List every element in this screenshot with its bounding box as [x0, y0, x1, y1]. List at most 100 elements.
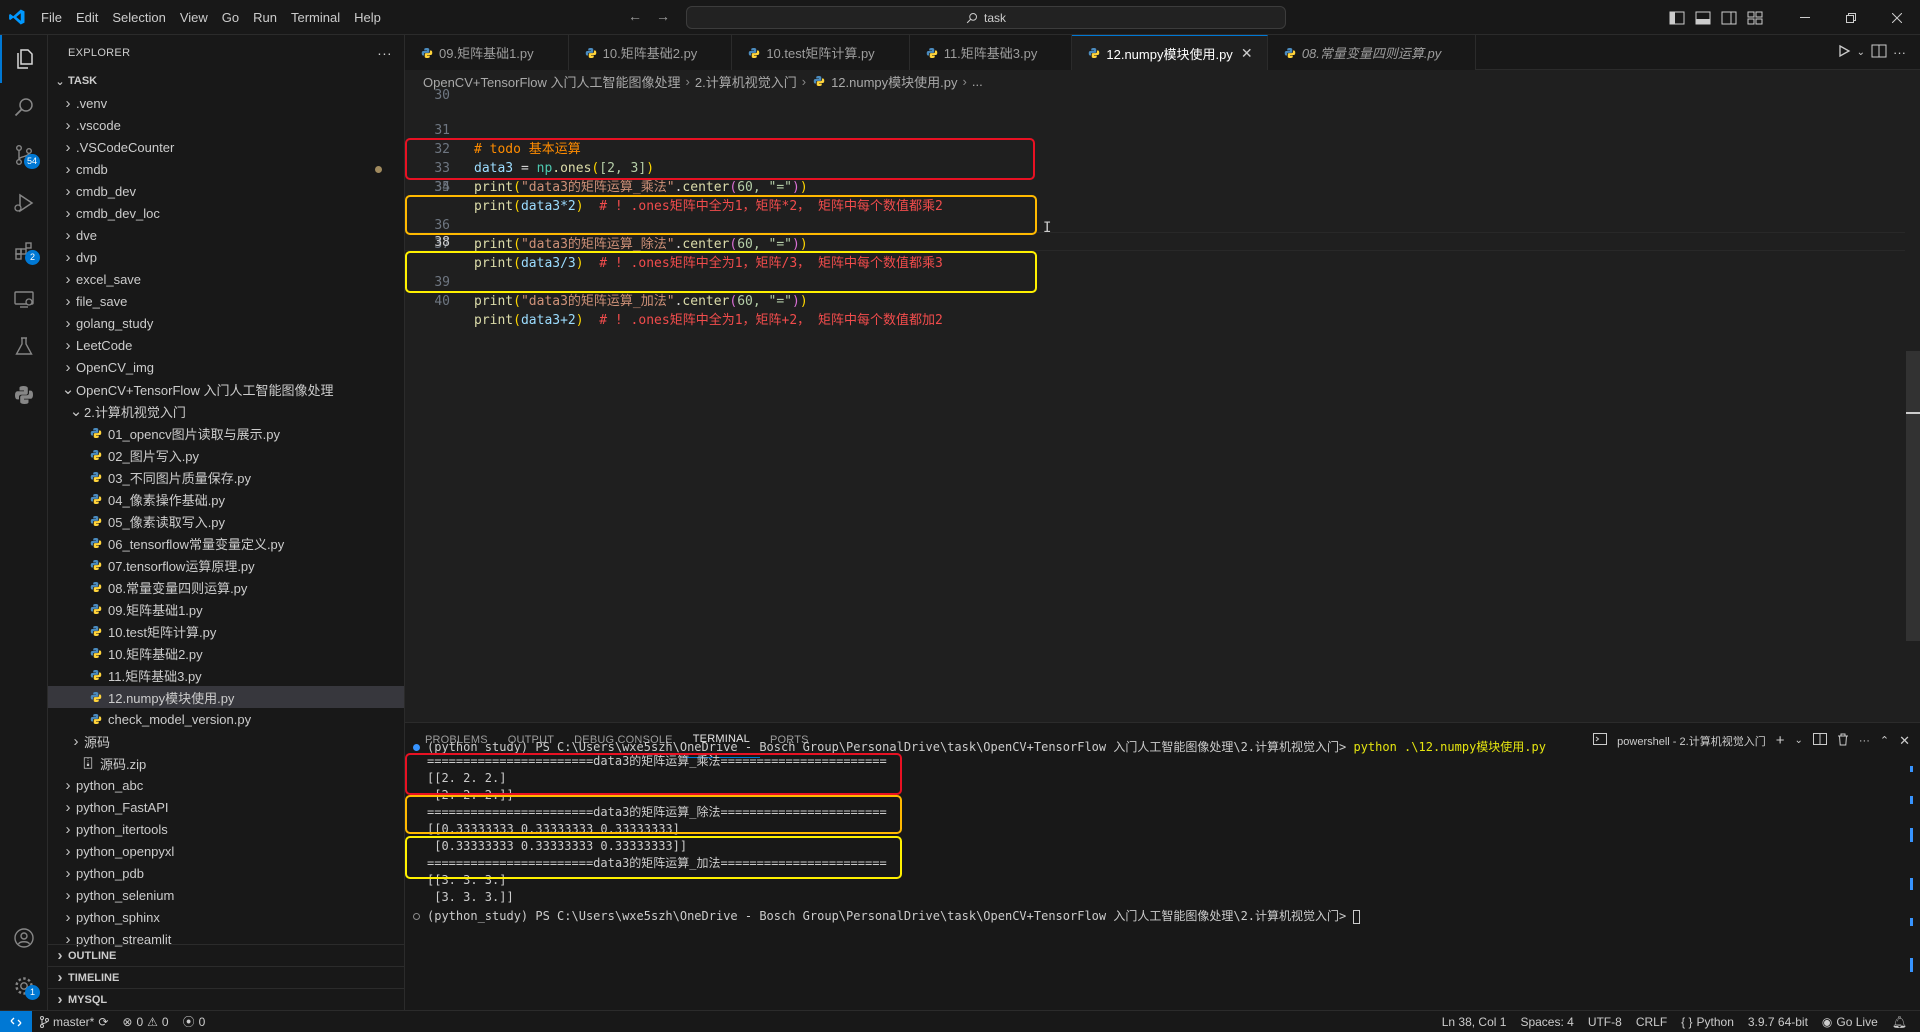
go-live-button[interactable]: ◉ Go Live: [1815, 1015, 1885, 1029]
editor-scrollbar[interactable]: [1906, 92, 1920, 722]
menu-edit[interactable]: Edit: [69, 0, 105, 35]
terminal-dropdown-chevron-icon[interactable]: ⌄: [1794, 735, 1802, 746]
tree-folder[interactable]: › file_save: [48, 290, 404, 312]
remote-explorer-icon[interactable]: [0, 275, 48, 323]
tree-file[interactable]: 11.矩阵基础3.py: [48, 664, 404, 686]
tree-folder[interactable]: › .venv: [48, 92, 404, 114]
testing-flask-icon[interactable]: [0, 323, 48, 371]
tree-file[interactable]: 01_opencv图片读取与展示.py: [48, 422, 404, 444]
tree-folder[interactable]: › python_pdb: [48, 862, 404, 884]
tree-file[interactable]: 09.矩阵基础1.py: [48, 598, 404, 620]
editor-tab[interactable]: 10.test矩阵计算.py: [732, 35, 910, 70]
tree-folder[interactable]: › python_selenium: [48, 884, 404, 906]
editor-tab[interactable]: 08.常量变量四则运算.py: [1267, 35, 1477, 70]
section-outline[interactable]: › OUTLINE: [48, 944, 404, 966]
tree-folder[interactable]: › python_sphinx: [48, 906, 404, 928]
tree-file[interactable]: 05_像素读取写入.py: [48, 510, 404, 532]
tree-file[interactable]: 04_像素操作基础.py: [48, 488, 404, 510]
python-icon[interactable]: [0, 371, 48, 419]
tree-folder[interactable]: › dve: [48, 224, 404, 246]
restore-window-icon[interactable]: [1828, 0, 1874, 35]
toggle-panel-icon[interactable]: [1690, 0, 1716, 35]
tree-folder[interactable]: ⌄ 2.计算机视觉入门: [48, 400, 404, 422]
editor-tab[interactable]: 10.矩阵基础2.py: [568, 35, 733, 70]
menu-terminal[interactable]: Terminal: [284, 0, 347, 35]
close-window-icon[interactable]: [1874, 0, 1920, 35]
menu-view[interactable]: View: [173, 0, 215, 35]
tree-file[interactable]: 08.常量变量四则运算.py: [48, 576, 404, 598]
tree-file[interactable]: 10.矩阵基础2.py: [48, 642, 404, 664]
tree-folder[interactable]: › python_openpyxl: [48, 840, 404, 862]
close-tab-icon[interactable]: ✕: [1241, 45, 1255, 62]
manage-gear-icon[interactable]: 1: [0, 962, 48, 1010]
tree-file[interactable]: check_model_version.py: [48, 708, 404, 730]
menu-file[interactable]: File: [34, 0, 69, 35]
extensions-icon[interactable]: 2: [0, 227, 48, 275]
tree-folder[interactable]: › golang_study: [48, 312, 404, 334]
run-dropdown-chevron-icon[interactable]: ⌄: [1857, 47, 1865, 58]
tree-file[interactable]: 源码.zip: [48, 752, 404, 774]
accounts-icon[interactable]: [0, 914, 48, 962]
tree-folder[interactable]: ⌄ OpenCV+TensorFlow 入门人工智能图像处理: [48, 378, 404, 400]
search-icon[interactable]: [0, 83, 48, 131]
tree-file[interactable]: 12.numpy模块使用.py: [48, 686, 404, 708]
tree-folder[interactable]: › 源码: [48, 730, 404, 752]
forward-arrow-icon[interactable]: →: [656, 8, 670, 24]
tree-folder[interactable]: › python_abc: [48, 774, 404, 796]
tree-folder[interactable]: › cmdb_dev_loc: [48, 202, 404, 224]
tree-file[interactable]: 06_tensorflow常量变量定义.py: [48, 532, 404, 554]
close-panel-icon[interactable]: ✕: [1899, 733, 1910, 749]
tree-file[interactable]: 02_图片写入.py: [48, 444, 404, 466]
tree-file[interactable]: 07.tensorflow运算原理.py: [48, 554, 404, 576]
maximize-panel-chevron-icon[interactable]: ⌃: [1880, 734, 1889, 747]
terminal-shell-label[interactable]: powershell - 2.计算机视觉入门: [1617, 733, 1766, 749]
tree-folder[interactable]: › .VSCodeCounter: [48, 136, 404, 158]
editor-scroll-thumb[interactable]: [1906, 351, 1920, 641]
menu-help[interactable]: Help: [347, 0, 388, 35]
editor-tab[interactable]: 09.矩阵基础1.py: [405, 35, 569, 70]
indentation[interactable]: Spaces: 4: [1513, 1015, 1580, 1029]
remote-indicator-icon[interactable]: [0, 1010, 32, 1032]
kill-terminal-trash-icon[interactable]: [1837, 733, 1849, 749]
run-debug-icon[interactable]: [0, 179, 48, 227]
branch-status[interactable]: master* ⟳: [32, 1015, 115, 1029]
cursor-position[interactable]: Ln 38, Col 1: [1435, 1015, 1514, 1029]
menu-go[interactable]: Go: [215, 0, 246, 35]
run-python-file-icon[interactable]: [1837, 44, 1851, 61]
tree-folder[interactable]: › LeetCode: [48, 334, 404, 356]
section-timeline[interactable]: › TIMELINE: [48, 966, 404, 988]
python-interpreter[interactable]: 3.9.7 64-bit: [1741, 1015, 1815, 1029]
tree-folder[interactable]: › cmdb: [48, 158, 404, 180]
tree-folder[interactable]: › excel_save: [48, 268, 404, 290]
code-editor[interactable]: 30 31 # todo 基本运算 32 data3 = np.ones([2,…: [405, 88, 1920, 722]
more-actions-icon[interactable]: ···: [377, 45, 392, 61]
more-actions-icon[interactable]: ···: [1859, 735, 1870, 747]
toggle-secondary-sidebar-icon[interactable]: [1716, 0, 1742, 35]
tree-folder[interactable]: › .vscode: [48, 114, 404, 136]
tree-folder[interactable]: › OpenCV_img: [48, 356, 404, 378]
explorer-icon[interactable]: [0, 35, 48, 83]
back-arrow-icon[interactable]: ←: [628, 8, 642, 24]
workspace-root[interactable]: ⌄ TASK: [48, 70, 404, 92]
ports-status[interactable]: ⦿ 0: [176, 1013, 213, 1030]
editor-tab[interactable]: 11.矩阵基础3.py: [909, 35, 1073, 70]
split-editor-icon[interactable]: [1871, 44, 1887, 61]
customize-layout-icon[interactable]: [1742, 0, 1768, 35]
tree-folder[interactable]: › dvp: [48, 246, 404, 268]
encoding[interactable]: UTF-8: [1581, 1015, 1629, 1029]
language-mode[interactable]: { } Python: [1674, 1015, 1741, 1029]
line-endings[interactable]: CRLF: [1629, 1015, 1674, 1029]
editor-tab[interactable]: 12.numpy模块使用.py ✕: [1072, 35, 1268, 70]
tree-folder[interactable]: › python_FastAPI: [48, 796, 404, 818]
menu-run[interactable]: Run: [246, 0, 284, 35]
new-terminal-icon[interactable]: +: [1776, 732, 1785, 749]
notifications-bell-icon[interactable]: 🔔︎: [1885, 1015, 1914, 1029]
problems-status[interactable]: ⊗ 0 ⚠ 0: [115, 1015, 175, 1029]
tree-file[interactable]: 10.test矩阵计算.py: [48, 620, 404, 642]
source-control-icon[interactable]: 54: [0, 131, 48, 179]
section-mysql[interactable]: › MYSQL: [48, 988, 404, 1010]
tree-folder[interactable]: › python_itertools: [48, 818, 404, 840]
minimize-window-icon[interactable]: [1782, 0, 1828, 35]
tree-folder[interactable]: › cmdb_dev: [48, 180, 404, 202]
toggle-primary-sidebar-icon[interactable]: [1664, 0, 1690, 35]
